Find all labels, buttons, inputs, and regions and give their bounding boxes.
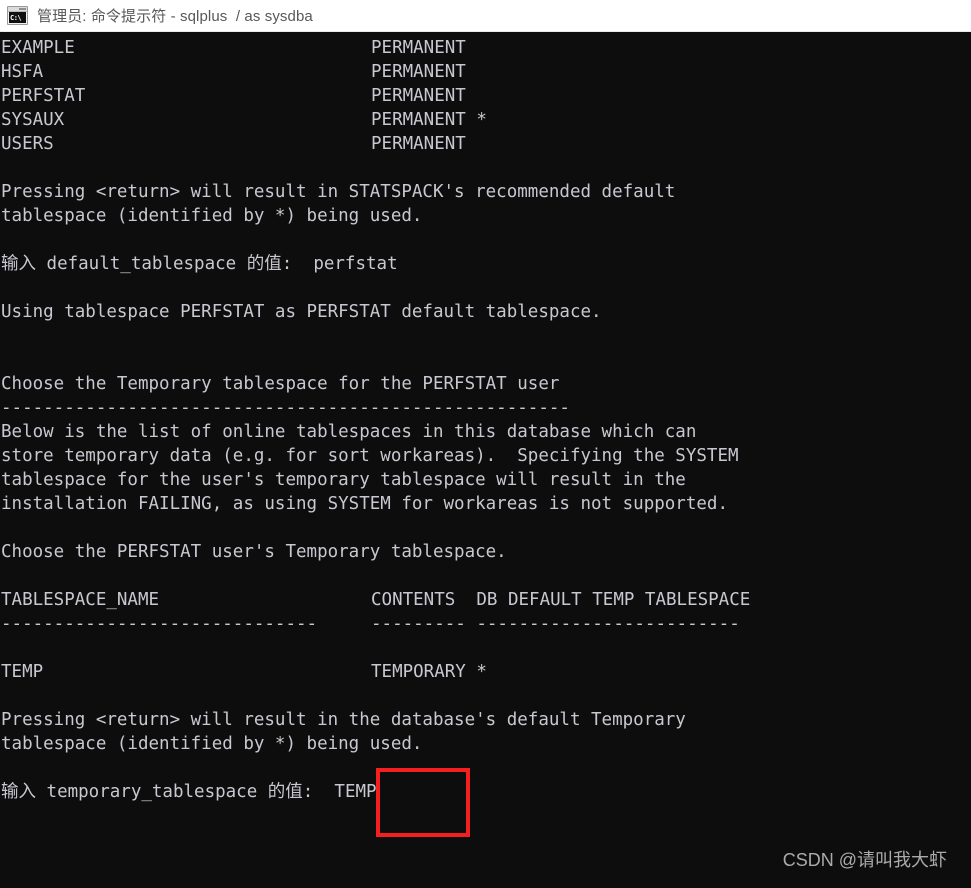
window-title: 管理员: 命令提示符 - sqlplus / as sysdba <box>37 8 313 25</box>
temp-table-header-rule: ------------------------------ ---------… <box>0 612 971 636</box>
temp-table-header-col1: TABLESPACE_NAME <box>1 590 160 610</box>
temp-table-rule-col2: --------- ------------------------- <box>371 614 740 634</box>
default-tablespace-input-value: perfstat <box>313 254 398 274</box>
below-note-line-1: Below is the list of online tablespaces … <box>1 422 697 442</box>
temporary-tablespace-prompt-label: 输入 temporary_tablespace 的值: <box>1 782 324 802</box>
choose-perfstat-temp-line: Choose the PERFSTAT user's Temporary tab… <box>1 542 507 562</box>
temporary-tablespace-input-value: TEMP <box>323 782 377 802</box>
tablespace-row: PERFSTAT PERMANENT <box>0 84 971 108</box>
cmd-console-icon: C:\ <box>7 6 28 25</box>
csdn-watermark: CSDN @请叫我大虾 <box>782 850 947 870</box>
tablespace-contents: PERMANENT <box>371 86 466 106</box>
choose-temp-heading-rule: ----------------------------------------… <box>1 398 570 418</box>
default-tablespace-note-line-1: Pressing <return> will result in STATSPA… <box>1 182 676 202</box>
console-output[interactable]: EXAMPLE PERMANENT HSFA PERMANENT PERFSTA… <box>0 32 971 888</box>
default-tablespace-prompt-label: 输入 default_tablespace 的值: <box>1 254 314 274</box>
tablespace-contents: PERMANENT <box>371 38 466 58</box>
default-tablespace-note-line-2: tablespace (identified by *) being used. <box>1 206 423 226</box>
tablespace-row: USERS PERMANENT <box>0 132 971 156</box>
tablespace-name: HSFA <box>1 62 44 82</box>
tablespace-contents: PERMANENT <box>371 134 466 154</box>
temp-tablespace-note-line-1: Pressing <return> will result in the dat… <box>1 710 686 730</box>
choose-temp-heading: Choose the Temporary tablespace for the … <box>1 374 560 394</box>
tablespace-row: HSFA PERMANENT <box>0 60 971 84</box>
using-tablespace-line: Using tablespace PERFSTAT as PERFSTAT de… <box>1 302 602 322</box>
tablespace-contents: PERMANENT * <box>371 110 487 130</box>
below-note-line-2: store temporary data (e.g. for sort work… <box>1 446 739 466</box>
tablespace-name: USERS <box>1 134 54 154</box>
cmd-icon-screen-label: C:\ <box>9 12 26 23</box>
temp-table-rule-col1: ------------------------------ <box>1 614 318 634</box>
tablespace-row: EXAMPLE PERMANENT <box>0 36 971 60</box>
temp-table-header: TABLESPACE_NAME CONTENTS DB DEFAULT TEMP… <box>0 588 971 612</box>
below-note-line-4: installation FAILING, as using SYSTEM fo… <box>1 494 728 514</box>
command-prompt-window: C:\ 管理员: 命令提示符 - sqlplus / as sysdba EXA… <box>0 0 971 888</box>
below-note-line-3: tablespace for the user's temporary tabl… <box>1 470 686 490</box>
temp-tablespace-note-line-2: tablespace (identified by *) being used. <box>1 734 423 754</box>
tablespace-row: SYSAUX PERMANENT * <box>0 108 971 132</box>
tablespace-contents: PERMANENT <box>371 62 466 82</box>
tablespace-name: PERFSTAT <box>1 86 86 106</box>
default-tablespace-prompt[interactable]: 输入 default_tablespace 的值: perfstat <box>0 252 971 276</box>
temporary-tablespace-prompt[interactable]: 输入 temporary_tablespace 的值: TEMP <box>0 780 971 804</box>
tablespace-name: EXAMPLE <box>1 38 75 58</box>
window-titlebar[interactable]: C:\ 管理员: 命令提示符 - sqlplus / as sysdba <box>0 0 971 32</box>
temp-table-row: TEMP TEMPORARY * <box>0 660 971 684</box>
temp-table-header-col2: CONTENTS DB DEFAULT TEMP TABLESPACE <box>371 590 751 610</box>
tablespace-name: SYSAUX <box>1 110 65 130</box>
temp-tablespace-name: TEMP <box>1 662 44 682</box>
temp-tablespace-contents: TEMPORARY * <box>371 662 487 682</box>
